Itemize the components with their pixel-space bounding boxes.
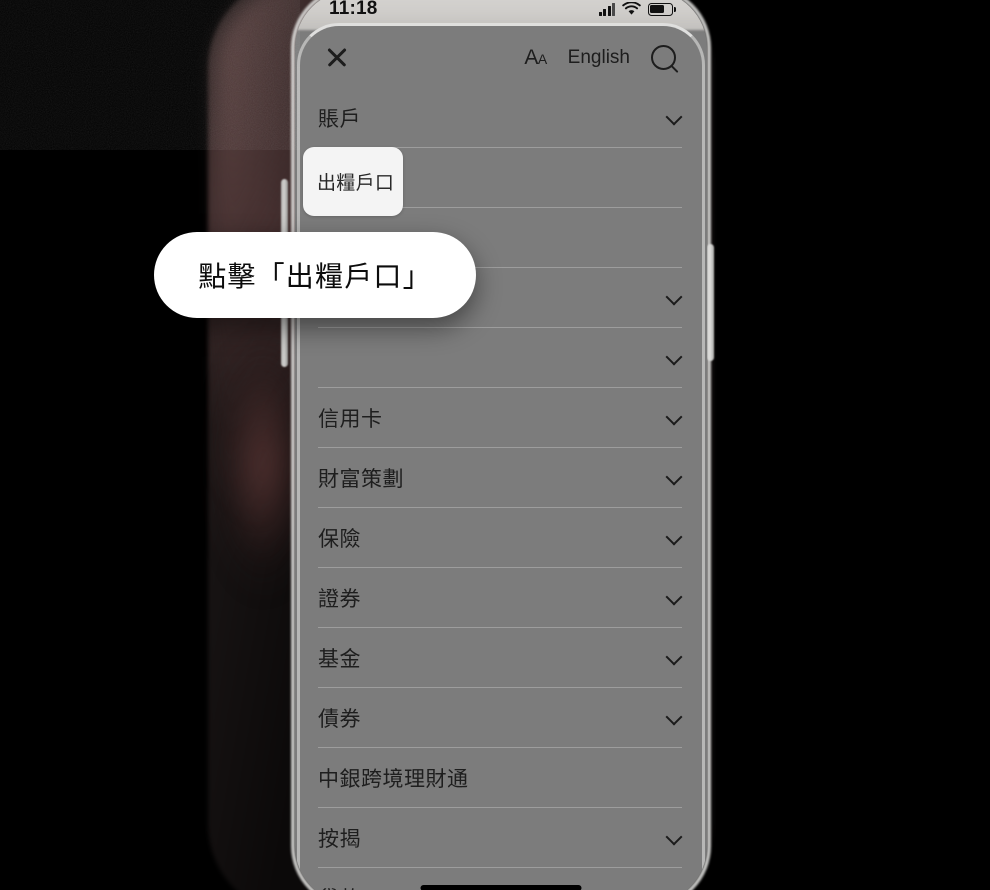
menu-row[interactable]: 信用卡 — [318, 388, 682, 448]
menu-row[interactable]: 財富策劃 — [318, 448, 682, 508]
menu-row-label: 基金 — [318, 647, 361, 671]
cellular-signal-icon — [598, 2, 615, 16]
chevron-down-icon[interactable] — [667, 410, 682, 425]
menu-row[interactable]: 賬戶 — [318, 88, 682, 148]
menu-row-label: 財富策劃 — [318, 467, 404, 491]
chevron-down-icon[interactable] — [667, 470, 682, 485]
font-size-button[interactable]: AA — [524, 45, 547, 69]
status-bar-indicators — [598, 2, 676, 16]
menu-row-label: 賬戶 — [318, 107, 361, 131]
chevron-down-icon[interactable] — [667, 590, 682, 605]
menu-row-label: 信用卡 — [318, 407, 383, 431]
menu-row[interactable]: 保險 — [318, 508, 682, 568]
menu-row-label: 中銀跨境理財通 — [318, 767, 469, 791]
font-size-label-large: A — [524, 45, 538, 69]
screenshot-stage: 11:18 AA English 賬戶 信用卡 財富策劃 保險 證券 基金 債券… — [0, 0, 990, 890]
menu-row[interactable] — [318, 328, 682, 388]
menu-row-label: 按揭 — [318, 827, 361, 851]
menu-row[interactable]: 按揭 — [318, 808, 682, 868]
menu-row-label: 證券 — [318, 587, 361, 611]
search-icon[interactable] — [651, 44, 676, 70]
instruction-callout-text: 點擊「出糧戶口」 — [198, 261, 432, 292]
chevron-down-icon[interactable] — [667, 710, 682, 725]
chevron-down-icon[interactable] — [667, 110, 682, 125]
wifi-icon — [622, 2, 641, 15]
menu-row[interactable]: 債券 — [318, 688, 682, 748]
menu-row[interactable]: 中銀跨境理財通 — [318, 748, 682, 808]
language-toggle[interactable]: English — [568, 48, 630, 67]
instruction-callout: 點擊「出糧戶口」 — [154, 232, 476, 318]
menu-row-label: 保險 — [318, 527, 361, 551]
menu-row-label: 債券 — [318, 707, 361, 731]
status-bar-time: 11:18 — [329, 0, 378, 19]
header-actions: AA English — [524, 44, 676, 70]
status-bar: 11:18 — [295, 0, 707, 28]
menu-row[interactable]: 證券 — [318, 568, 682, 628]
chevron-down-icon[interactable] — [667, 530, 682, 545]
highlight-target-payroll-account[interactable]: 出糧戶口 — [303, 147, 403, 216]
chevron-down-icon[interactable] — [667, 830, 682, 845]
menu-row-label: 貸款 — [318, 883, 361, 890]
chevron-down-icon[interactable] — [667, 350, 682, 365]
menu-row[interactable]: 基金 — [318, 628, 682, 688]
font-size-label-small: A — [537, 50, 547, 67]
highlight-target-label: 出糧戶口 — [317, 173, 395, 194]
battery-icon — [648, 2, 676, 16]
chevron-down-icon[interactable] — [667, 650, 682, 665]
sheet-header: AA English — [300, 26, 702, 88]
power-button[interactable] — [707, 244, 714, 361]
phone-screen: 11:18 AA English 賬戶 信用卡 財富策劃 保險 證券 基金 債券… — [295, 0, 707, 890]
chevron-down-icon[interactable] — [667, 290, 682, 305]
close-icon[interactable] — [322, 42, 352, 72]
home-indicator — [420, 885, 582, 890]
